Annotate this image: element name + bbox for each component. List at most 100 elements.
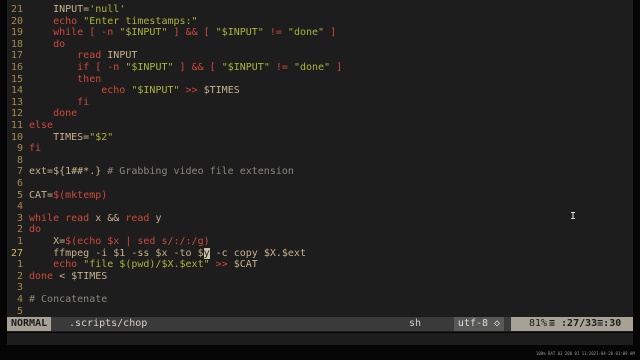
code-token: else bbox=[29, 120, 54, 131]
code-line[interactable]: 3 bbox=[7, 282, 633, 294]
code-token: y bbox=[149, 212, 162, 224]
code-line[interactable]: 15 then bbox=[7, 74, 633, 86]
line-number: 14 bbox=[10, 85, 23, 97]
code-token: # Concatenate bbox=[29, 294, 108, 305]
line-code: echo "$INPUT" >> $TIMES bbox=[29, 85, 240, 97]
line-code: then bbox=[29, 74, 101, 86]
line-code: echo "Enter timestamps:" bbox=[29, 16, 198, 28]
line-code: fi bbox=[29, 97, 89, 109]
code-token: ] && [ bbox=[167, 27, 216, 39]
line-code: read INPUT bbox=[29, 50, 137, 62]
code-line[interactable]: 11 else bbox=[7, 120, 633, 132]
line-code: CAT=$(mktemp) bbox=[29, 190, 107, 202]
code-token: do bbox=[29, 224, 42, 236]
line-code: ext=${1##*.} # Grabbing video file exten… bbox=[29, 166, 294, 178]
code-line[interactable]: 13 fi bbox=[7, 97, 633, 109]
code-token: "$INPUT" bbox=[215, 27, 264, 39]
line-number: 3 bbox=[16, 212, 23, 224]
line-code: ffmpeg -i $1 -ss $x -to $y -c copy $X.$e… bbox=[29, 247, 306, 260]
code-token: done bbox=[29, 108, 78, 120]
code-token: echo bbox=[29, 85, 132, 97]
code-line[interactable]: 21 INPUT='null' bbox=[7, 4, 633, 16]
code-token: ffmpeg -i $1 -ss $x -to bbox=[29, 247, 198, 259]
line-number: 9 bbox=[16, 143, 23, 155]
code-token: $CAT bbox=[233, 259, 258, 271]
line-number: 12 bbox=[10, 108, 23, 120]
code-line[interactable]: 5 CAT=$(mktemp) bbox=[7, 190, 633, 202]
code-line[interactable]: 16 if [ -n "$INPUT" ] && [ "$INPUT" != "… bbox=[7, 62, 633, 74]
line-code: do bbox=[29, 224, 41, 236]
code-token: $TIMES bbox=[203, 85, 240, 97]
code-line[interactable]: 2 do bbox=[7, 224, 633, 236]
code-token: INPUT= bbox=[29, 4, 90, 15]
line-number: 4 bbox=[16, 294, 23, 305]
code-token: ext=${1##*.} bbox=[29, 166, 102, 178]
code-line[interactable]: 17 read INPUT bbox=[7, 50, 633, 62]
code-token: done bbox=[29, 270, 54, 282]
code-line[interactable]: 5 bbox=[7, 306, 633, 318]
code-token: $(echo $x | sed s/:/:/g) bbox=[65, 236, 210, 247]
line-code: done < $TIMES bbox=[29, 271, 107, 283]
line-number: 3 bbox=[16, 282, 23, 294]
code-token: $(mktemp) bbox=[53, 189, 108, 201]
line-code: echo "file $(pwd)/$X.$ext" >> $CAT bbox=[29, 259, 258, 271]
code-token: >> bbox=[179, 85, 204, 97]
line-number: 15 bbox=[10, 73, 23, 85]
code-token: fi bbox=[29, 143, 42, 155]
code-token: then bbox=[29, 73, 102, 85]
line-code: INPUT='null' bbox=[29, 4, 125, 16]
code-token: -c copy $X.$ext bbox=[209, 247, 306, 259]
line-number: 16 bbox=[10, 62, 23, 73]
line-number: 1 bbox=[16, 236, 23, 247]
code-line[interactable]: 2 done < $TIMES bbox=[7, 271, 633, 283]
command-line[interactable] bbox=[7, 333, 633, 345]
code-line[interactable]: 18 do bbox=[7, 39, 633, 51]
code-token: CAT= bbox=[29, 189, 54, 201]
line-code: while read x && read y bbox=[29, 213, 161, 225]
code-token: "$INPUT" bbox=[119, 27, 168, 39]
code-line[interactable]: 3 while read x && read y bbox=[7, 213, 633, 225]
file-encoding: utf-8 ◇ bbox=[454, 317, 504, 331]
code-line[interactable]: 4 # Concatenate bbox=[7, 294, 633, 306]
line-code: if [ -n "$INPUT" ] && [ "$INPUT" != "don… bbox=[29, 62, 342, 74]
status-line: NORMAL .scripts/chop sh utf-8 ◇ 81% ≡ :2… bbox=[7, 317, 633, 331]
code-token: X= bbox=[29, 236, 66, 247]
code-token: echo bbox=[29, 259, 84, 271]
line-number: 27 bbox=[10, 247, 23, 259]
code-line[interactable]: 1 X=$(echo $x | sed s/:/:/g) bbox=[7, 236, 633, 248]
code-token: if bbox=[29, 62, 90, 73]
code-token: echo bbox=[29, 15, 84, 27]
code-line[interactable]: 10 TIMES="$2" bbox=[7, 132, 633, 144]
code-token: ] bbox=[324, 27, 337, 39]
line-code: while [ -n "$INPUT" ] && [ "$INPUT" != "… bbox=[29, 27, 336, 39]
line-number: 2 bbox=[16, 270, 23, 282]
line-number: 13 bbox=[10, 96, 23, 108]
cursor-position: ≡ :27/33≡:30 bbox=[549, 317, 633, 331]
code-line[interactable]: 1 echo "file $(pwd)/$X.$ext" >> $CAT bbox=[7, 259, 633, 271]
code-line[interactable]: 7 ext=${1##*.} # Grabbing video file exte… bbox=[7, 166, 633, 178]
line-code: X=$(echo $x | sed s/:/:/g) bbox=[29, 236, 210, 248]
code-token: ] && [ bbox=[173, 62, 222, 73]
line-number: 18 bbox=[10, 38, 23, 50]
line-number: 5 bbox=[16, 305, 23, 317]
code-line[interactable]: 27 ffmpeg -i $1 -ss $x -to $y -c copy $X… bbox=[7, 247, 633, 260]
code-line[interactable]: 20 echo "Enter timestamps:" bbox=[7, 16, 633, 28]
code-token: "$INPUT" bbox=[125, 62, 174, 73]
vim-editor[interactable]: 21 INPUT='null' 20 echo "Enter timestamps… bbox=[7, 0, 633, 332]
line-number: 1 bbox=[16, 259, 23, 271]
line-number: 2 bbox=[16, 224, 23, 236]
code-line[interactable]: 8 bbox=[7, 155, 633, 167]
code-line[interactable]: 19 while [ -n "$INPUT" ] && [ "$INPUT" !… bbox=[7, 27, 633, 39]
code-token: [ -n bbox=[89, 62, 126, 73]
code-token: 'null' bbox=[89, 4, 126, 15]
code-line[interactable]: 12 done bbox=[7, 108, 633, 120]
code-line[interactable]: 4 bbox=[7, 201, 633, 213]
file-type: sh bbox=[409, 318, 422, 329]
line-number: 11 bbox=[10, 120, 23, 131]
line-number: 21 bbox=[10, 4, 23, 15]
code-token: read bbox=[125, 212, 150, 224]
code-line[interactable]: 9 fi bbox=[7, 143, 633, 155]
code-token: $ bbox=[197, 247, 204, 259]
code-line[interactable]: 14 echo "$INPUT" >> $TIMES bbox=[7, 85, 633, 97]
code-line[interactable]: 6 bbox=[7, 178, 633, 190]
